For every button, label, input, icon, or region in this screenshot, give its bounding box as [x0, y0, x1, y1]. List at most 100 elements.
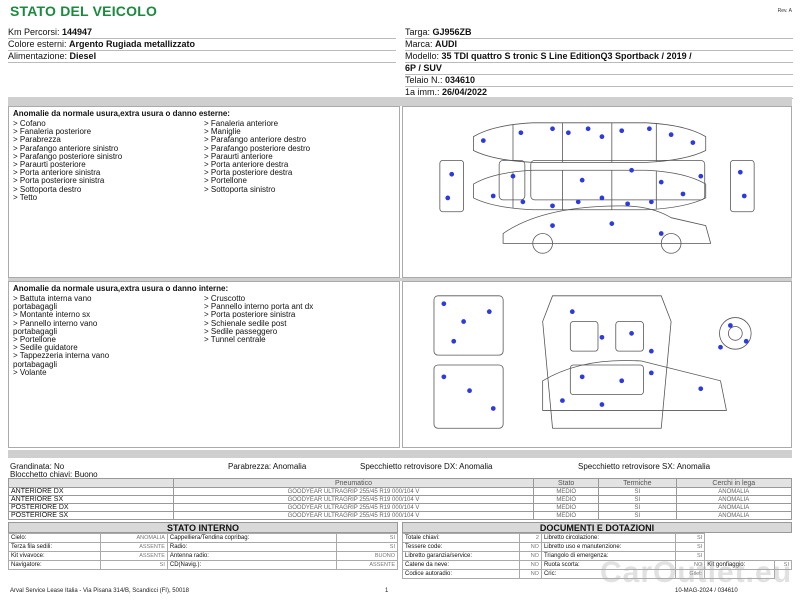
vehicle-right-value: 034610 — [445, 75, 476, 85]
vehicle-info-right: Targa: GJ956ZB Marca: AUDI Modello: 35 TDI… — [405, 27, 793, 99]
interior-state-label: CD(Navig.): — [166, 560, 337, 570]
vehicle-info-left: Km Percorsi: 144947 Colore esterni: Argen… — [8, 27, 396, 63]
interior-state-value: SI — [335, 542, 399, 552]
external-car-diagram — [402, 106, 792, 278]
interior-state-label: Terza fila sedili: — [7, 542, 102, 552]
damage-marker — [565, 130, 571, 136]
damage-marker — [743, 338, 749, 344]
vehicle-right-value: 6P / SUV — [405, 63, 442, 73]
documents-row: Tessere code: NO Libretto uso e manutenzio… — [401, 542, 792, 552]
damage-marker — [599, 402, 605, 407]
external-car-diagram-svg — [439, 122, 755, 254]
damage-marker — [718, 344, 723, 350]
steering-wheel — [719, 317, 752, 350]
documents-heading: DOCUMENTI E DOTAZIONI — [402, 522, 792, 533]
damage-marker — [441, 301, 447, 307]
external-damage-item: > Sottoporta sinistro — [204, 184, 276, 194]
internal-damage-list-1: > Battuta interna vano portabagagli > Mont… — [13, 294, 204, 377]
tyre-cell: ANOMALIA — [675, 487, 793, 496]
car-front-view — [439, 159, 464, 213]
vehicle-left-value: Diesel — [69, 51, 97, 61]
damage-marker — [658, 179, 664, 185]
damage-marker — [441, 374, 447, 380]
vehicle-left-row: Alimentazione: Diesel — [8, 51, 396, 63]
interior-state-value: ANOMALIA — [100, 533, 168, 543]
damage-marker — [550, 223, 555, 228]
tyre-cell: MEDIO — [533, 511, 600, 520]
documents-label: Codice autoradio: — [401, 569, 521, 579]
tyres-header: Termiche — [598, 478, 677, 488]
vehicle-right-value: 26/04/2022 — [442, 87, 488, 97]
vehicle-right-label: 1a imm.: — [405, 87, 443, 97]
interior-trunk — [433, 364, 504, 429]
documents-label: Libretto garanzia/service: — [401, 551, 521, 561]
vehicle-right-row: 6P / SUV — [405, 63, 793, 75]
vehicle-right-label: Telaio N.: — [405, 75, 446, 85]
vehicle-left-value: Argento Rugiada metallizzato — [69, 39, 196, 49]
damage-marker — [451, 338, 457, 344]
tyre-row: POSTERIORE SX GOODYEAR ULTRAGRIP 255/45 R… — [8, 511, 793, 520]
interior-state-label: Antenna radio: — [166, 551, 337, 561]
vehicle-right-value: AUDI — [435, 39, 458, 49]
damage-marker — [609, 221, 615, 226]
tyre-cell: ANOMALIA — [675, 511, 793, 520]
vehicle-right-row: Telaio N.: 034610 — [405, 75, 793, 87]
interior-state-row: Cielo: ANOMALIA Cappelliera/Tendina coprib… — [7, 533, 399, 543]
external-damage-item: > Tetto — [13, 192, 38, 202]
documents-value: SI — [675, 533, 706, 543]
damage-marker — [668, 132, 674, 138]
footer-reference: 10-MAG-2024 / 034610 — [675, 588, 738, 594]
damage-marker — [619, 128, 625, 134]
windshield-status: Parabrezza: Anomalia — [228, 462, 307, 471]
documents-label: Catene da neve: — [401, 560, 521, 570]
vehicle-right-value: GJ956ZB — [432, 27, 472, 37]
damage-marker — [560, 398, 565, 403]
tyre-cell: MEDIO — [533, 503, 600, 512]
tyres-table: Pneumatico Stato Termiche Cerchi in lega AN… — [8, 478, 793, 520]
external-damage-list-1: > Cofano > Fanaleria posteriore > Parabrez… — [13, 119, 204, 202]
interior-state-table: Cielo: ANOMALIA Cappelliera/Tendina coprib… — [7, 533, 399, 570]
interior-state-label: Kit vivavoce: — [7, 551, 102, 561]
damage-marker — [629, 331, 634, 336]
tyre-cell: GOODYEAR ULTRAGRIP 255/45 R19 000/104 V — [172, 511, 535, 520]
section-divider-3 — [8, 450, 792, 458]
damage-marker — [625, 201, 631, 207]
damage-marker — [490, 406, 496, 411]
damage-marker — [619, 378, 625, 384]
interior-state-label: Radio: — [166, 542, 337, 552]
vehicle-left-row: Km Percorsi: 144947 — [8, 27, 396, 39]
interior-state-value: SI — [100, 560, 168, 570]
tyre-cell: ANOMALIA — [675, 503, 793, 512]
internal-damage-item: > Volante — [13, 367, 47, 377]
damage-marker — [658, 231, 664, 236]
interior-state-label: Navigatore: — [7, 560, 102, 570]
car-hood — [498, 159, 526, 201]
damage-marker — [741, 193, 747, 199]
tyres-header: Cerchi in lega — [675, 478, 793, 488]
external-damage-item: > Sottoporta destro — [13, 184, 82, 194]
tyre-position: ANTERIORE DX — [8, 487, 174, 496]
tyre-cell: SI — [598, 487, 677, 496]
tyre-cell: SI — [598, 503, 677, 512]
documents-value: NO — [519, 542, 542, 552]
tyre-cell: GOODYEAR ULTRAGRIP 255/45 R19 000/104 V — [172, 503, 535, 512]
damage-marker — [690, 140, 696, 145]
tyre-cell: MEDIO — [533, 487, 600, 496]
damage-marker — [461, 319, 466, 324]
damage-marker — [737, 169, 743, 175]
tyre-row: ANTERIORE DX GOODYEAR ULTRAGRIP 255/45 R1… — [8, 487, 793, 496]
section-divider — [8, 97, 792, 106]
interior-state-value: ASSENTE — [100, 551, 168, 561]
damage-marker — [599, 134, 605, 140]
tyre-cell: SI — [598, 511, 677, 520]
vehicle-left-row: Colore esterni: Argento Rugiada metalliz… — [8, 39, 396, 51]
damage-marker — [467, 388, 472, 394]
documents-value: NO — [519, 551, 542, 561]
tyre-cell: SI — [598, 495, 677, 504]
page-title: STATO DEL VEICOLO — [10, 3, 158, 19]
external-damage-markers — [445, 126, 747, 236]
tyres-header — [8, 478, 174, 488]
damage-marker — [648, 199, 654, 205]
tyre-cell: GOODYEAR ULTRAGRIP 255/45 R19 000/104 V — [172, 495, 535, 504]
footer-company: Arval Service Lease Italia - Via Pisana … — [10, 588, 189, 594]
